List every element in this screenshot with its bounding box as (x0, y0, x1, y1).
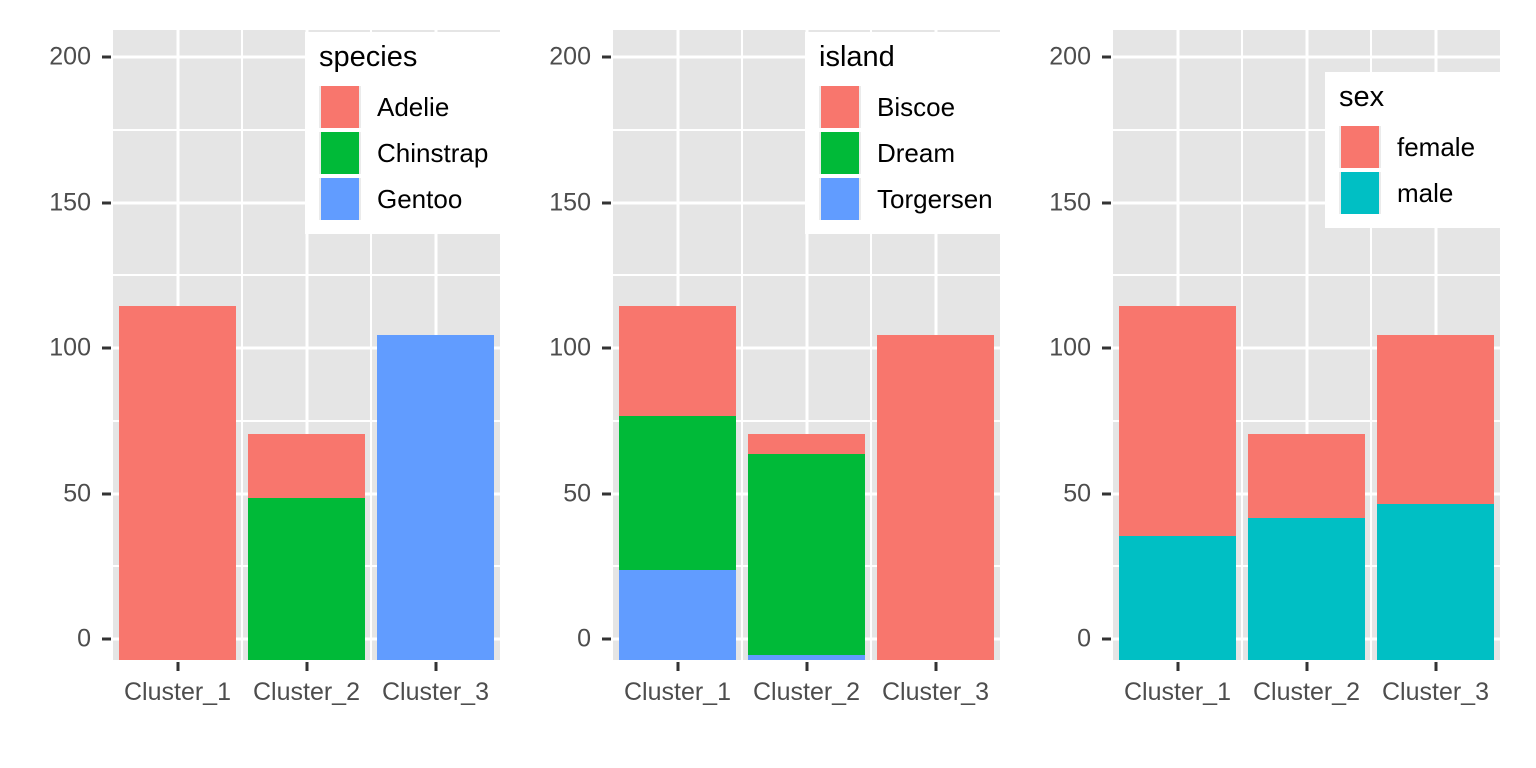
legend-item[interactable]: male (1339, 170, 1486, 216)
bar-segment-male (1119, 535, 1236, 660)
bar-segment-female (1248, 433, 1365, 519)
y-axis-label: 0 (1077, 624, 1091, 653)
x-axis-tick (1434, 662, 1437, 671)
y-axis-tick (1102, 346, 1111, 350)
legend-item-label: female (1397, 131, 1476, 162)
legend-sex: sex female male (1325, 72, 1500, 228)
y-axis-tick (1102, 637, 1111, 641)
y-axis-tick (1102, 201, 1111, 204)
bar-segment-male (1248, 518, 1365, 660)
bar-Cluster_1 (1119, 30, 1236, 660)
legend-item[interactable]: female (1339, 124, 1486, 170)
legend-item-label: male (1397, 177, 1454, 208)
bar-segment-female (1377, 334, 1494, 504)
bar-segment-female (1119, 305, 1236, 536)
y-axis-label: 100 (1049, 333, 1091, 362)
legend-swatch-icon (1341, 171, 1379, 214)
y-axis-tick (1102, 492, 1111, 495)
legend-key (1339, 171, 1381, 214)
figure-root: 200 150 100 50 0 Cluster_1 Cluster_2 Cluster_3 s… (0, 0, 1536, 768)
y-axis-label: 200 (1049, 42, 1091, 71)
legend-swatch-icon (1341, 125, 1379, 168)
bar-segment-male (1377, 503, 1494, 660)
x-axis-tick (1176, 662, 1179, 671)
x-axis-label: Cluster_3 (1382, 678, 1489, 706)
legend-key (1339, 125, 1381, 168)
y-axis-label: 150 (1049, 188, 1091, 216)
sex-panel: 200 150 100 50 0 Cluster_1 Cluster_2 Cluster_3 s… (0, 0, 1536, 768)
y-axis-label: 50 (1063, 479, 1091, 507)
gridline-vertical (1241, 30, 1243, 660)
x-axis-label: Cluster_2 (1253, 678, 1360, 706)
y-axis-tick (1102, 55, 1111, 59)
x-axis-tick (1305, 662, 1308, 671)
x-axis-label: Cluster_1 (1124, 678, 1231, 706)
legend-title: sex (1339, 81, 1385, 113)
